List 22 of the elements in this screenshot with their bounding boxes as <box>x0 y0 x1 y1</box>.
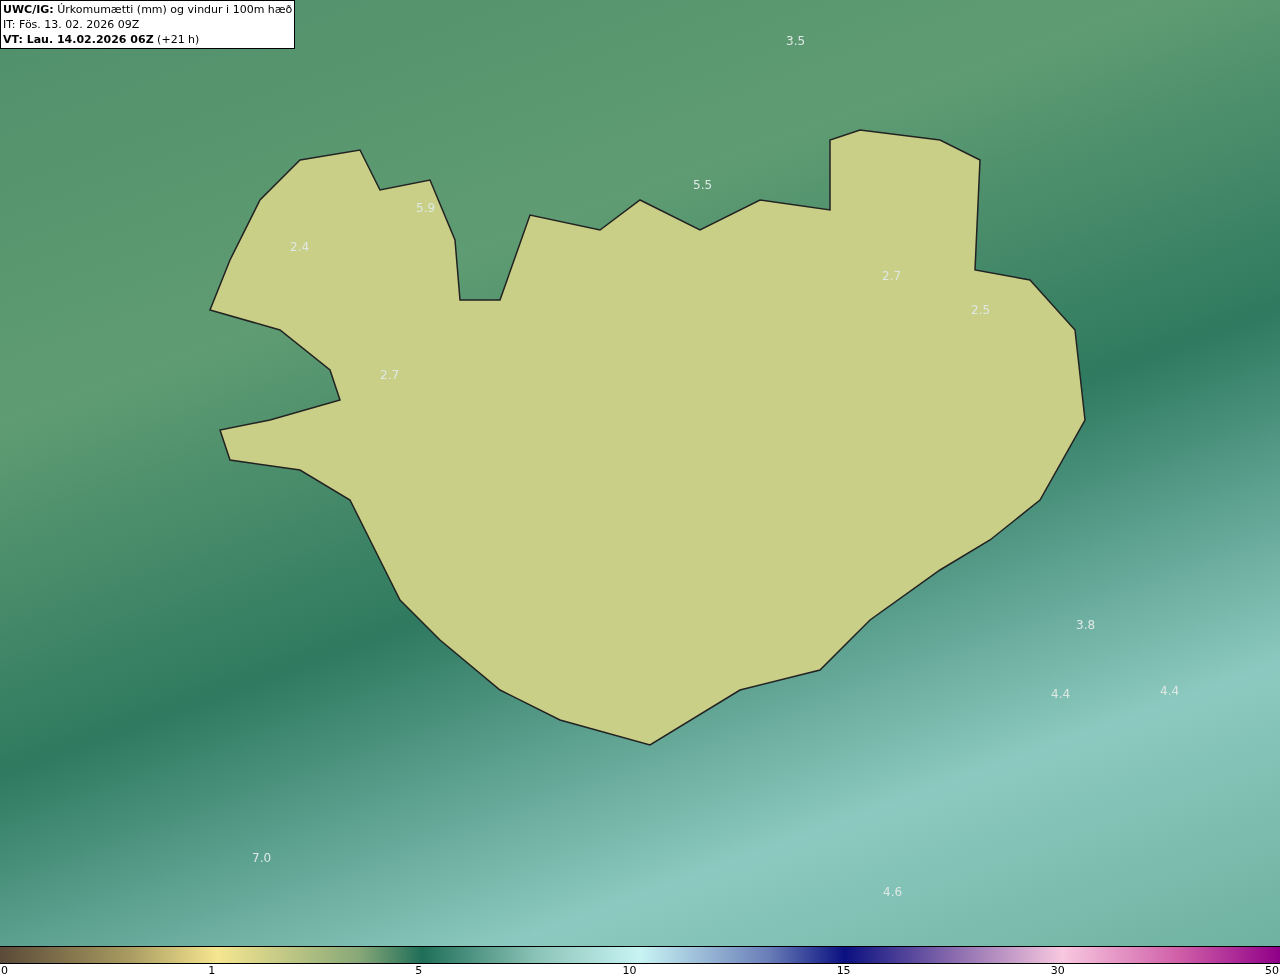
contour-value-label: 4.4 <box>1160 683 1180 700</box>
colorbar-tick-label: 10 <box>622 964 637 977</box>
contour-value-label: 2.5 <box>971 302 991 319</box>
issue-time: IT: Fös. 13. 02. 2026 09Z <box>3 17 141 32</box>
contour-value-label: 2.7 <box>380 367 400 384</box>
contour-value-label: 2.4 <box>290 239 310 256</box>
colorbar-tick-label: 50 <box>1264 964 1279 977</box>
colorbar-tick-label: 30 <box>1050 964 1065 977</box>
contour-value-label: 4.6 <box>883 884 903 901</box>
contour-value-label: 5.9 <box>416 200 436 217</box>
colorbar-tick-label: 15 <box>836 964 851 977</box>
colorbar-tick-label: 1 <box>208 964 216 977</box>
colorbar-tick-label: 5 <box>415 964 423 977</box>
contour-value-label: 3.8 <box>1076 617 1096 634</box>
contour-value-label: 7.0 <box>252 850 272 867</box>
contour-value-label: 3.5 <box>786 33 806 50</box>
valid-time: VT: Lau. 14.02.2026 06Z (+21 h) <box>3 32 201 47</box>
contour-value-label: 4.4 <box>1051 686 1071 703</box>
contour-value-label: 5.5 <box>693 177 713 194</box>
contour-value-label: 2.7 <box>882 268 902 285</box>
chart-title: UWC/IG: Úrkomumætti (mm) og vindur i 100m hæð <box>3 2 293 17</box>
colorbar-tick-label: 0 <box>1 964 8 977</box>
